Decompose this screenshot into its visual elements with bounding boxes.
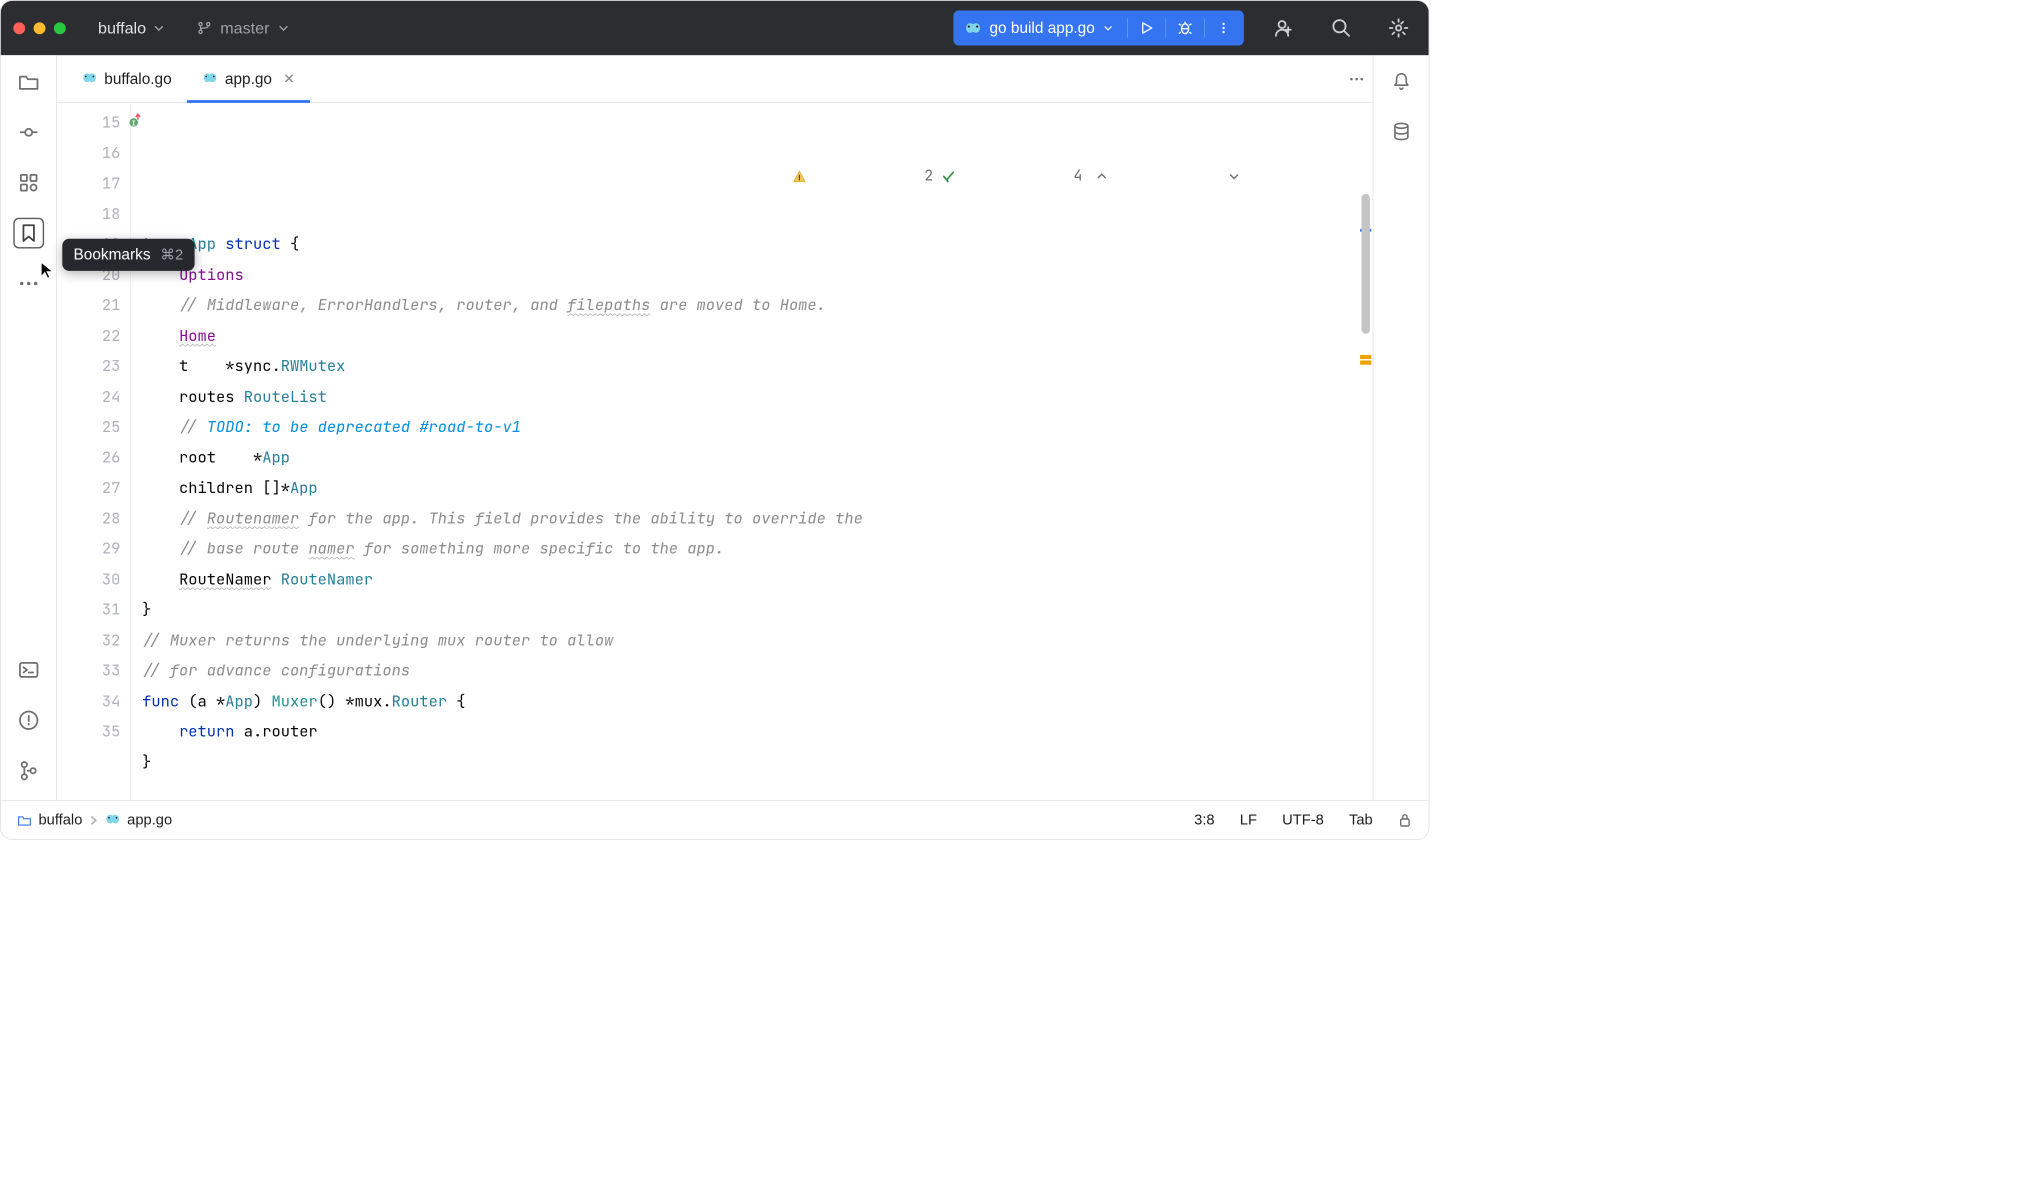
branch-name: master [220,19,269,38]
breadcrumb[interactable]: buffalo app.go [18,812,173,829]
terminal-tool-icon[interactable] [13,655,44,686]
scrollbar-marker [1360,361,1371,365]
file-encoding[interactable]: UTF-8 [1282,812,1324,829]
code-line: RouteNamer RouteNamer [142,564,1373,594]
editor-scrollbar[interactable] [1359,103,1373,800]
search-icon[interactable] [1324,11,1359,46]
left-tool-rail [1,55,57,800]
window-controls [13,22,65,34]
structure-tool-icon[interactable] [13,167,44,198]
tabs-more-icon[interactable] [1341,55,1373,102]
tooltip-shortcut: ⌘2 [160,246,183,263]
settings-icon[interactable] [1381,11,1416,46]
code-line: // for advance configurations [142,655,1373,685]
commit-tool-icon[interactable] [13,117,44,148]
line-gutter[interactable]: 15I1617181920212223242526272829303132333… [57,103,131,800]
tooltip-label: Bookmarks [74,246,151,264]
code-line: children []*App [142,473,1373,503]
debug-button[interactable] [1170,13,1199,42]
run-configuration-group: go build app.go [953,11,1244,46]
next-highlight-icon[interactable] [1228,110,1351,243]
chevron-right-icon [89,814,97,825]
folder-icon [18,814,32,827]
code-line: return a.router [142,716,1373,746]
warning-count: 2 [924,161,933,191]
more-run-options[interactable] [1209,13,1238,42]
bookmarks-tooltip: Bookmarks ⌘2 [62,239,194,271]
run-config-label: go build app.go [989,19,1094,37]
ok-count: 4 [1074,161,1083,191]
code-line: } [142,747,1373,777]
code-line: Options [142,259,1373,289]
indent-setting[interactable]: Tab [1349,812,1373,829]
maximize-window[interactable] [54,22,66,34]
run-config-selector[interactable]: go build app.go [964,19,1123,37]
go-file-icon [82,71,97,86]
code-with-me-icon[interactable] [1266,11,1301,46]
branch-icon [196,20,211,35]
go-file-icon [202,71,217,86]
titlebar: buffalo master go build app.go [1,1,1429,56]
project-name: buffalo [98,19,146,38]
scrollbar-marker [1360,355,1371,359]
project-tool-icon[interactable] [13,67,44,98]
editor-tabs: buffalo.go app.go ✕ [57,55,1373,103]
readonly-toggle-icon[interactable] [1398,812,1412,827]
line-separator[interactable]: LF [1240,812,1257,829]
code-line: routes RouteList [142,381,1373,411]
crumb-project: buffalo [39,812,83,829]
close-tab-icon[interactable]: ✕ [283,70,295,88]
close-window[interactable] [13,22,25,34]
chevron-down-icon [1103,23,1113,33]
problems-tool-icon[interactable] [13,705,44,736]
code-line: // base route namer for something more s… [142,533,1373,563]
code-line: // TODO: to be deprecated #road-to-v1 [142,412,1373,442]
notifications-tool-icon[interactable] [1386,67,1417,98]
inspection-widget[interactable]: 2 4 [793,109,1352,245]
run-button[interactable] [1132,13,1161,42]
vcs-tool-icon[interactable] [13,755,44,786]
scrollbar-thumb[interactable] [1362,194,1370,334]
code-editor[interactable]: 2 4 [131,103,1373,800]
code-line: // Middleware, ErrorHandlers, router, an… [142,290,1373,320]
check-icon [942,109,1065,245]
tab-app-go[interactable]: app.go ✕ [187,55,310,102]
status-bar: buffalo app.go 3:8 LF UTF-8 Tab [1,800,1429,839]
go-icon [964,21,981,35]
project-selector[interactable]: buffalo [98,19,164,38]
prev-highlight-icon[interactable] [1096,110,1219,243]
code-line: Home [142,320,1373,350]
code-line: func (a *App) Muxer() *mux.Router { [142,686,1373,716]
crumb-file: app.go [127,812,172,829]
bookmarks-tool-icon[interactable] [13,218,44,249]
caret-position[interactable]: 3:8 [1194,812,1214,829]
minimize-window[interactable] [34,22,46,34]
code-line: root *App [142,442,1373,472]
tab-label: app.go [225,70,272,88]
chevron-down-icon [278,22,289,33]
vcs-branch-selector[interactable]: master [196,19,289,38]
cursor-icon [40,261,54,279]
code-line: } [142,594,1373,624]
code-line: t *sync.RWMutex [142,351,1373,381]
go-file-icon [105,812,120,827]
editor-area: buffalo.go app.go ✕ 15I1617181920212223242… [57,55,1373,800]
code-line: // Muxer returns the underlying mux rout… [142,625,1373,655]
warning-icon [793,109,916,245]
tab-buffalo-go[interactable]: buffalo.go [67,55,188,102]
right-tool-rail [1373,55,1429,800]
tab-label: buffalo.go [104,70,171,88]
code-line: // Routenamer for the app. This field pr… [142,503,1373,533]
chevron-down-icon [153,22,164,33]
